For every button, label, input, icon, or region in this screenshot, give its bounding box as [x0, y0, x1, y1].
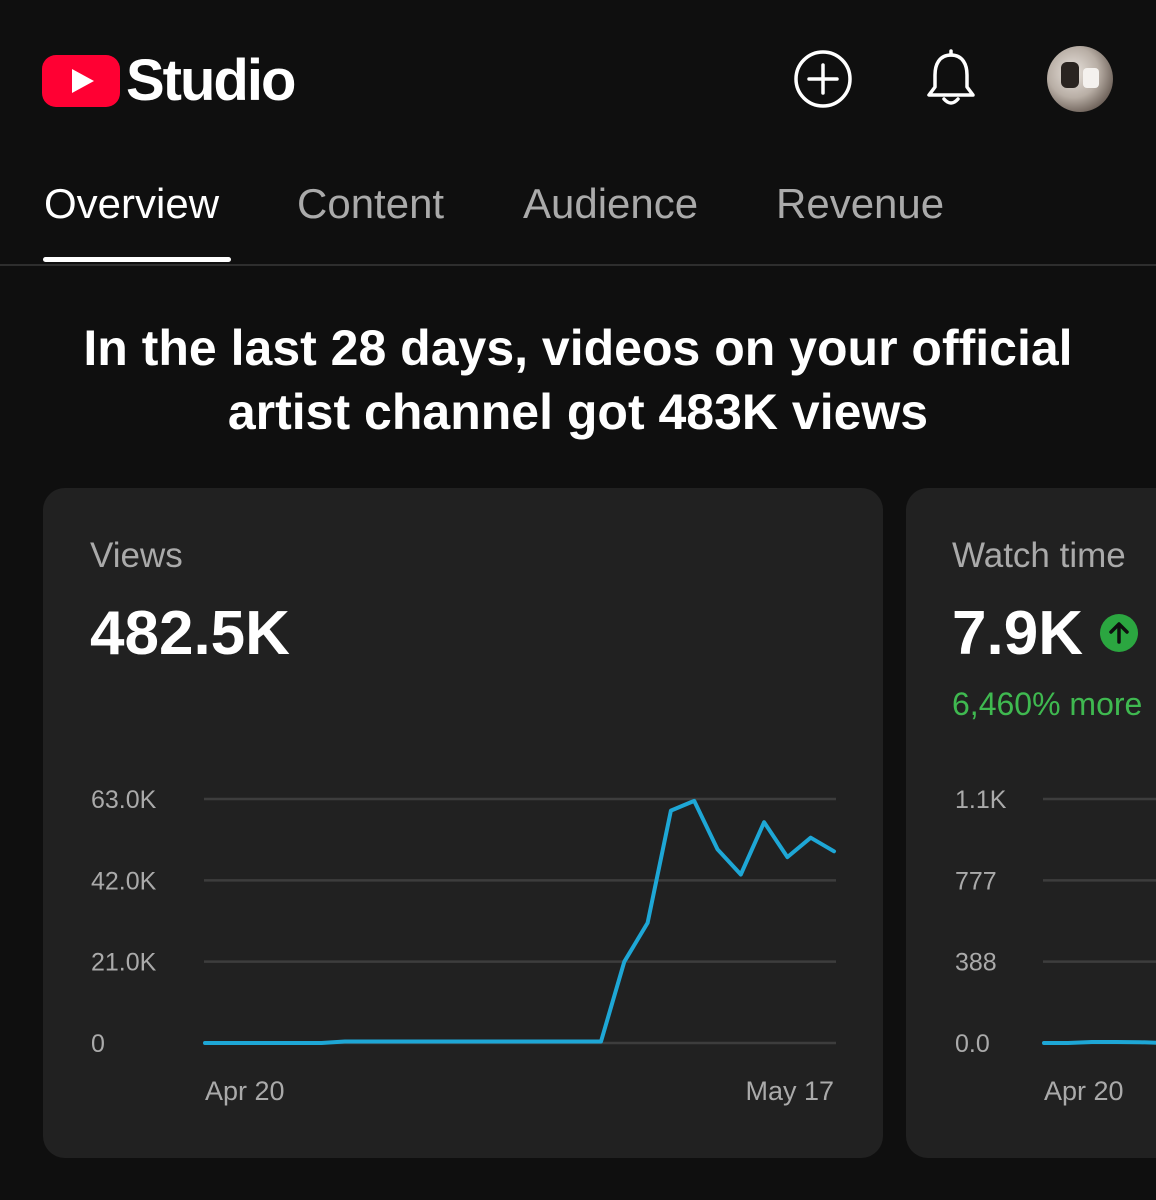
- y-tick-label: 21.0K: [91, 949, 157, 977]
- y-tick-label: 777: [955, 867, 997, 895]
- x-tick-label: Apr 20: [205, 1076, 285, 1106]
- headline-line-2: artist channel got 483K views: [227, 384, 929, 440]
- x-tick-label: Apr 20: [1044, 1076, 1124, 1106]
- youtube-play-icon: [42, 55, 120, 107]
- views-card[interactable]: Views 482.5K 63.0K 42.0K 21.0K 0 Apr 20 May 1…: [43, 488, 883, 1158]
- tab-audience[interactable]: Audience: [523, 180, 698, 228]
- y-tick-label: 388: [955, 949, 997, 977]
- tab-content[interactable]: Content: [297, 180, 444, 228]
- views-chart: 63.0K 42.0K 21.0K 0 Apr 20 May 17: [91, 786, 836, 1106]
- watch-time-card[interactable]: Watch time 7.9K 6,460% more 1.1K 777 388 0.…: [906, 488, 1156, 1158]
- youtube-studio-logo[interactable]: Studio: [42, 48, 296, 113]
- x-tick-label: May 17: [745, 1076, 834, 1106]
- y-tick-label: 0: [91, 1030, 105, 1058]
- tab-overview[interactable]: Overview: [44, 180, 219, 228]
- create-icon[interactable]: [792, 48, 854, 110]
- summary-headline: In the last 28 days, videos on your offi…: [30, 316, 1126, 444]
- tab-bar: Overview Content Audience Revenue: [0, 160, 1156, 266]
- app-header: Studio: [0, 0, 1156, 160]
- bell-icon[interactable]: [920, 48, 982, 110]
- active-tab-indicator: [43, 257, 231, 262]
- y-tick-label: 1.1K: [955, 786, 1007, 814]
- avatar[interactable]: [1047, 46, 1113, 112]
- y-tick-label: 0.0: [955, 1030, 990, 1058]
- watch-time-chart: 1.1K 777 388 0.0 Apr 20: [955, 786, 1156, 1106]
- series-line: [1042, 1040, 1156, 1045]
- y-tick-label: 63.0K: [91, 786, 157, 814]
- logo-text: Studio: [126, 48, 296, 113]
- series-line: [203, 798, 836, 1045]
- tab-revenue[interactable]: Revenue: [776, 180, 944, 228]
- y-tick-label: 42.0K: [91, 867, 157, 895]
- headline-line-1: In the last 28 days, videos on your offi…: [83, 320, 1073, 376]
